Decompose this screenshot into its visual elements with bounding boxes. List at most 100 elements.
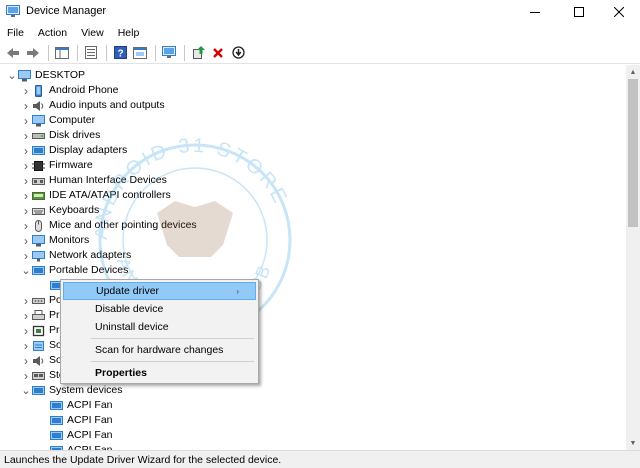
tree-category-item[interactable]: › Mice and other pointing devices <box>20 218 197 233</box>
expand-chevron-icon[interactable]: › <box>20 293 32 308</box>
tree-category-item[interactable]: › IDE ATA/ATAPI controllers <box>20 188 171 203</box>
tree-device-item[interactable]: ACPI Fan <box>38 413 113 428</box>
scan-hardware-changes-icon <box>162 46 176 58</box>
tree-category-item[interactable]: › Keyboards <box>20 203 99 218</box>
context-update-driver[interactable]: Update driver › <box>63 282 256 300</box>
expand-chevron-icon[interactable]: › <box>20 233 32 248</box>
expand-chevron-icon[interactable]: › <box>20 98 32 113</box>
tree-category-item[interactable]: › Audio inputs and outputs <box>20 98 165 113</box>
tree-category-item[interactable]: ⌄ Portable Devices <box>20 263 128 278</box>
tree-category-item[interactable]: › Display adapters <box>20 143 127 158</box>
tree-item-label: Audio inputs and outputs <box>49 99 165 111</box>
expand-chevron-icon[interactable]: › <box>20 368 32 383</box>
menu-file[interactable]: File <box>0 24 31 42</box>
expand-chevron-icon[interactable]: › <box>20 173 32 188</box>
tree-category-item[interactable]: › Human Interface Devices <box>20 173 167 188</box>
show-hide-tree-button[interactable] <box>53 44 71 62</box>
tree-root-desktop[interactable]: ⌄ DESKTOP <box>6 68 85 83</box>
scroll-up-arrow-icon[interactable]: ▲ <box>626 65 640 79</box>
tree-item-label: Computer <box>49 114 96 126</box>
vertical-scrollbar[interactable]: ▲ ▼ <box>626 65 640 450</box>
tree-category-item[interactable]: › Disk drives <box>20 128 100 143</box>
tree-category-item[interactable]: ⌄ System devices <box>20 383 122 398</box>
menu-action[interactable]: Action <box>31 24 74 42</box>
tree-category-item[interactable]: › Android Phone <box>20 83 118 98</box>
expand-chevron-icon[interactable]: › <box>20 143 32 158</box>
tree-device-item[interactable]: ACPI Fan <box>38 443 113 450</box>
properties-button[interactable] <box>82 44 100 62</box>
expand-chevron-icon[interactable]: › <box>20 218 32 233</box>
expand-chevron-icon[interactable]: › <box>20 128 32 143</box>
menu-bar: File Action View Help <box>0 24 640 42</box>
collapse-chevron-icon[interactable]: ⌄ <box>20 263 32 278</box>
network-adapter-icon <box>32 250 45 261</box>
tree-device-item[interactable]: ACPI Fan <box>38 398 113 413</box>
uninstall-device-button[interactable] <box>209 44 227 62</box>
tree-category-item[interactable]: › Sof <box>20 338 65 353</box>
expand-chevron-icon[interactable]: › <box>20 158 32 173</box>
disable-device-button[interactable] <box>229 44 247 62</box>
printer-icon <box>32 309 45 320</box>
tree-item-label: Network adapters <box>49 249 132 261</box>
view-by-type-icon <box>133 46 147 59</box>
maximize-button[interactable] <box>558 0 600 24</box>
title-bar: Device Manager <box>0 0 640 24</box>
collapse-chevron-icon[interactable]: ⌄ <box>20 383 32 398</box>
window-title: Device Manager <box>26 5 107 17</box>
context-uninstall-device[interactable]: Uninstall device <box>63 318 256 336</box>
context-scan-hardware-changes[interactable]: Scan for hardware changes <box>63 341 256 359</box>
help-button[interactable]: ? <box>111 44 129 62</box>
tree-category-item[interactable]: › Pro <box>20 323 65 338</box>
mouse-icon <box>35 219 42 232</box>
tree-item-label: Human Interface Devices <box>49 174 167 186</box>
expand-chevron-icon[interactable]: › <box>20 203 32 218</box>
scan-hardware-changes-button[interactable] <box>160 44 178 62</box>
device-tree[interactable]: ⌄ DESKTOP › Android Phone › Audio inputs and … <box>0 65 626 450</box>
update-driver-icon <box>192 46 205 59</box>
collapse-chevron-icon[interactable]: ⌄ <box>6 68 18 83</box>
tree-category-item[interactable]: › Network adapters <box>20 248 131 263</box>
back-button[interactable] <box>4 44 22 62</box>
status-bar: Launches the Update Driver Wizard for th… <box>0 450 640 468</box>
scroll-down-arrow-icon[interactable]: ▼ <box>626 436 640 450</box>
expand-chevron-icon[interactable]: › <box>20 113 32 128</box>
context-item-label: Uninstall device <box>95 321 169 333</box>
tree-category-item[interactable]: › Monitors <box>20 233 89 248</box>
scrollbar-thumb[interactable] <box>628 79 638 227</box>
system-device-icon <box>50 415 63 425</box>
tree-category-item[interactable]: › Firmware <box>20 158 93 173</box>
forward-button[interactable] <box>24 44 42 62</box>
expand-chevron-icon[interactable]: › <box>20 188 32 203</box>
toolbar-separator <box>48 44 49 61</box>
context-item-label: Scan for hardware changes <box>95 344 224 356</box>
context-properties[interactable]: Properties <box>63 364 256 382</box>
context-item-label: Update driver <box>96 285 160 297</box>
tree-category-item[interactable]: › Computer <box>20 113 95 128</box>
software-device-icon <box>33 340 44 351</box>
device-manager-app-icon <box>6 5 20 17</box>
context-disable-device[interactable]: Disable device <box>63 300 256 318</box>
tree-item-label: Monitors <box>49 234 90 246</box>
tree-device-item[interactable]: ACPI Fan <box>38 428 113 443</box>
expand-chevron-icon[interactable]: › <box>20 323 32 338</box>
expand-chevron-icon[interactable]: › <box>20 248 32 263</box>
menu-view[interactable]: View <box>74 24 111 42</box>
expand-chevron-icon[interactable]: › <box>20 308 32 323</box>
toolbar-separator <box>106 44 107 61</box>
minimize-button[interactable] <box>514 0 556 24</box>
expand-chevron-icon[interactable]: › <box>20 338 32 353</box>
expand-chevron-icon[interactable]: › <box>20 353 32 368</box>
phone-icon <box>35 84 42 97</box>
tree-category-item[interactable]: › Sto <box>20 368 65 383</box>
close-button[interactable] <box>598 0 640 24</box>
status-text: Launches the Update Driver Wizard for th… <box>4 453 282 466</box>
menu-help[interactable]: Help <box>111 24 147 42</box>
update-driver-button[interactable] <box>189 44 207 62</box>
tree-category-item[interactable]: › Por <box>20 293 65 308</box>
hid-icon <box>32 177 45 185</box>
view-by-type-button[interactable] <box>131 44 149 62</box>
expand-chevron-icon[interactable]: › <box>20 83 32 98</box>
